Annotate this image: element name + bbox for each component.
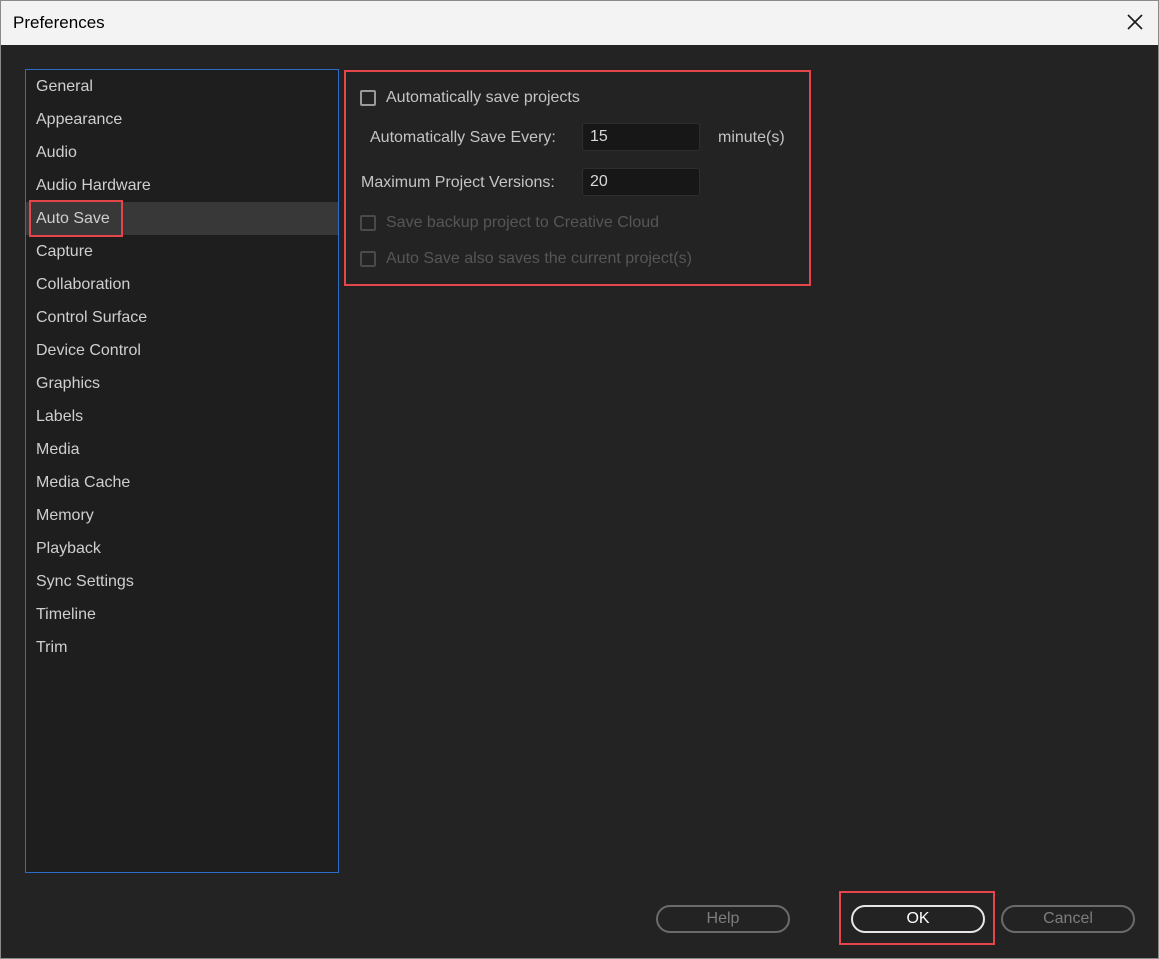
title-bar: Preferences: [1, 1, 1158, 45]
auto-save-label: Automatically save projects: [386, 89, 580, 106]
close-icon: [1127, 14, 1143, 30]
cancel-button[interactable]: Cancel: [1001, 905, 1135, 933]
save-every-label: Automatically Save Every:: [370, 129, 556, 146]
sidebar-item-control-surface[interactable]: Control Surface: [26, 301, 338, 334]
backup-cc-checkbox[interactable]: [360, 215, 376, 231]
save-every-input[interactable]: 15: [582, 123, 700, 151]
auto-save-panel: Automatically save projects Automaticall…: [344, 70, 811, 286]
preferences-sidebar: General Appearance Audio Audio Hardware …: [25, 69, 339, 873]
sidebar-item-sync-settings[interactable]: Sync Settings: [26, 565, 338, 598]
sidebar-item-timeline[interactable]: Timeline: [26, 598, 338, 631]
ok-button[interactable]: OK: [851, 905, 985, 933]
sidebar-item-media-cache[interactable]: Media Cache: [26, 466, 338, 499]
sidebar-item-media[interactable]: Media: [26, 433, 338, 466]
dialog-content: General Appearance Audio Audio Hardware …: [1, 45, 1158, 958]
sidebar-item-audio[interactable]: Audio: [26, 136, 338, 169]
sidebar-item-audio-hardware[interactable]: Audio Hardware: [26, 169, 338, 202]
sidebar-item-memory[interactable]: Memory: [26, 499, 338, 532]
sidebar-item-appearance[interactable]: Appearance: [26, 103, 338, 136]
window-title: Preferences: [13, 13, 105, 32]
sidebar-item-collaboration[interactable]: Collaboration: [26, 268, 338, 301]
max-versions-input[interactable]: 20: [582, 168, 700, 196]
close-button[interactable]: [1122, 9, 1148, 35]
backup-cc-label: Save backup project to Creative Cloud: [386, 214, 660, 231]
sidebar-item-general[interactable]: General: [26, 70, 338, 103]
auto-save-checkbox[interactable]: [360, 90, 376, 106]
max-versions-label: Maximum Project Versions:: [361, 174, 555, 191]
sidebar-item-labels[interactable]: Labels: [26, 400, 338, 433]
sidebar-item-capture[interactable]: Capture: [26, 235, 338, 268]
sidebar-item-graphics[interactable]: Graphics: [26, 367, 338, 400]
sidebar-item-playback[interactable]: Playback: [26, 532, 338, 565]
help-button[interactable]: Help: [656, 905, 790, 933]
save-every-unit: minute(s): [718, 129, 785, 146]
sidebar-item-device-control[interactable]: Device Control: [26, 334, 338, 367]
sidebar-item-trim[interactable]: Trim: [26, 631, 338, 664]
current-project-label: Auto Save also saves the current project…: [386, 250, 692, 267]
sidebar-item-auto-save[interactable]: Auto Save: [26, 202, 338, 235]
preferences-dialog: Preferences General Appearance Audio Aud…: [0, 0, 1159, 959]
current-project-checkbox[interactable]: [360, 251, 376, 267]
